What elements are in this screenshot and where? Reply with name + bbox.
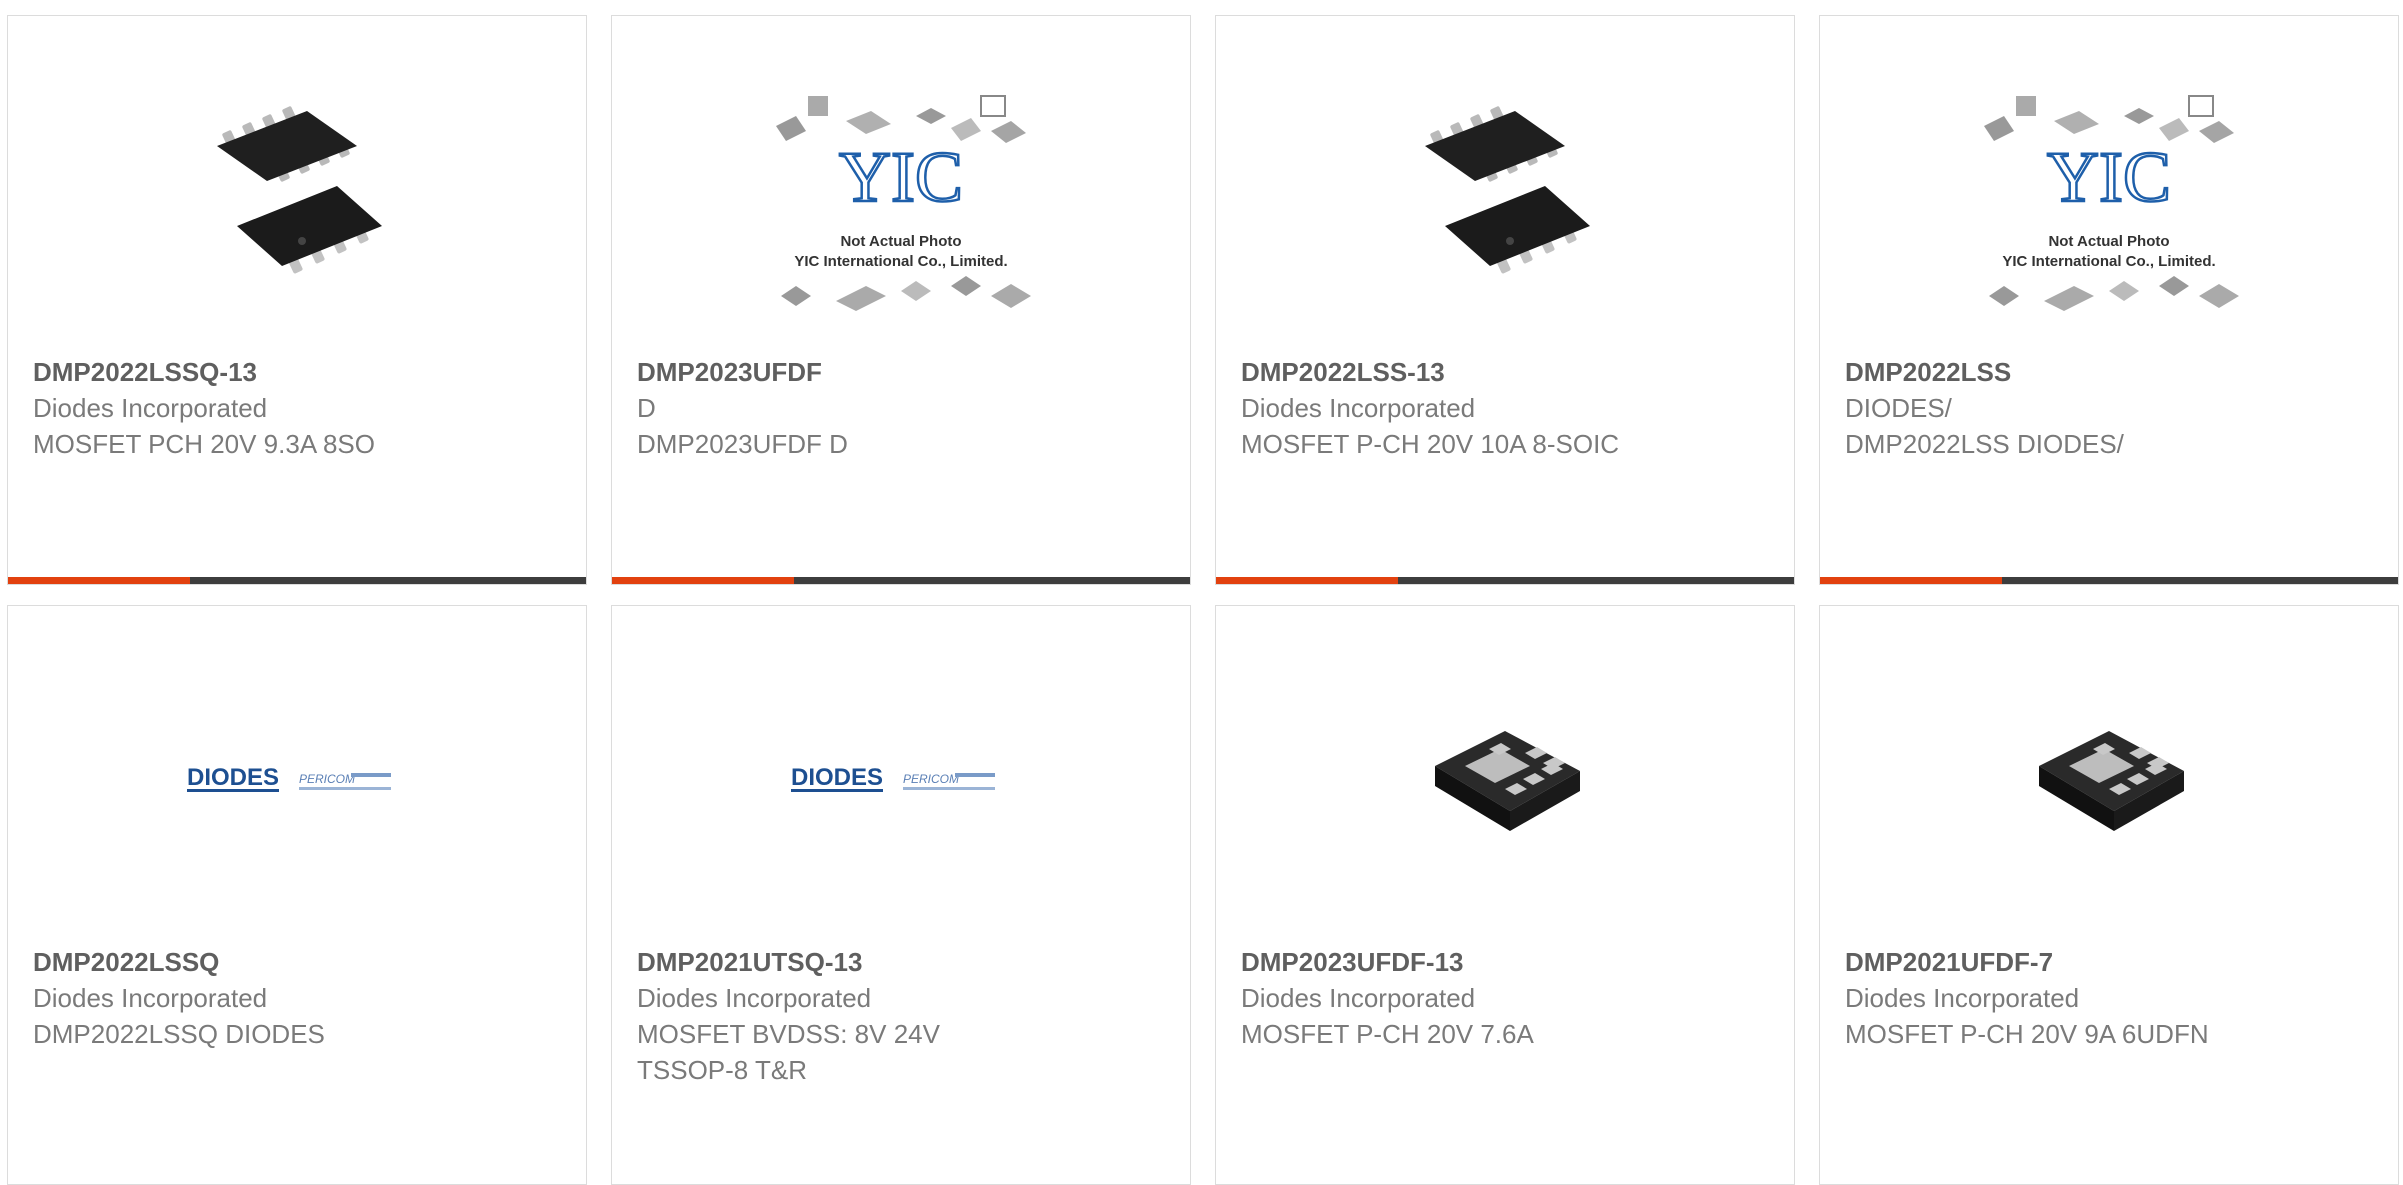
manufacturer: D (637, 393, 656, 423)
product-image (8, 56, 586, 356)
logo-text: DIODES (187, 764, 279, 791)
description: DMP2022LSS DIODES/ (1845, 429, 2124, 459)
manufacturer: Diodes Incorporated (1241, 983, 1476, 1013)
card-accent-bar (1216, 577, 1794, 584)
description: DMP2022LSSQ DIODES (33, 1019, 325, 1049)
description: MOSFET P-CH 20V 7.6A (1241, 1019, 1534, 1049)
part-number[interactable]: DMP2022LSS (1845, 354, 2378, 390)
card-accent-bar (1820, 577, 2398, 584)
product-card[interactable]: DMP2022LSS-13 Diodes Incorporated MOSFET… (1215, 15, 1795, 585)
manufacturer: Diodes Incorporated (1845, 983, 2080, 1013)
logo-sub: PERICOM (903, 772, 959, 786)
soic-8-chip-icon (217, 106, 382, 274)
placeholder-line1: Not Actual Photo (2048, 233, 2169, 250)
manufacturer: Diodes Incorporated (33, 393, 268, 423)
product-image (1216, 56, 1794, 356)
description: MOSFET PCH 20V 9.3A 8SO (33, 429, 375, 459)
product-card[interactable]: DIODES PERICOM DMP2021UTSQ-13 Diodes Inc… (611, 605, 1191, 1185)
product-image: YIC Not Actual Photo YIC International C… (1820, 56, 2398, 356)
card-accent-bar (8, 577, 586, 584)
description: MOSFET BVDSS: 8V 24V TSSOP-8 T&R (637, 1019, 940, 1085)
card-accent-bar (612, 577, 1190, 584)
product-image: DIODES PERICOM (8, 646, 586, 946)
manufacturer: Diodes Incorporated (1241, 393, 1476, 423)
product-card[interactable]: YIC Not Actual Photo YIC International C… (611, 15, 1191, 585)
product-card[interactable]: DIODES PERICOM DMP2022LSSQ Diodes Incorp… (7, 605, 587, 1185)
description: DMP2023UFDF D (637, 429, 848, 459)
placeholder-line2: YIC International Co., Limited. (2002, 253, 2215, 270)
description: MOSFET P-CH 20V 10A 8-SOIC (1241, 429, 1620, 459)
udfn-chip-icon (1435, 731, 1580, 831)
product-card[interactable]: YIC Not Actual Photo YIC International C… (1819, 15, 2399, 585)
product-image: YIC Not Actual Photo YIC International C… (612, 56, 1190, 356)
description: MOSFET P-CH 20V 9A 6UDFN (1845, 1019, 2209, 1049)
part-number[interactable]: DMP2022LSSQ-13 (33, 354, 566, 390)
product-card[interactable]: DMP2021UFDF-7 Diodes Incorporated MOSFET… (1819, 605, 2399, 1185)
part-number[interactable]: DMP2021UFDF-7 (1845, 944, 2378, 980)
diodes-pericom-logo: DIODES PERICOM (791, 764, 995, 792)
product-card[interactable]: DMP2023UFDF-13 Diodes Incorporated MOSFE… (1215, 605, 1795, 1185)
placeholder-line2: YIC International Co., Limited. (794, 253, 1007, 270)
product-image (1216, 646, 1794, 946)
product-card[interactable]: DMP2022LSSQ-13 Diodes Incorporated MOSFE… (7, 15, 587, 585)
svg-text:YIC: YIC (2047, 137, 2171, 217)
yic-placeholder-icon: YIC Not Actual Photo YIC International C… (776, 95, 1031, 311)
part-number[interactable]: DMP2023UFDF (637, 354, 1170, 390)
diodes-pericom-logo: DIODES PERICOM (187, 764, 391, 792)
svg-text:YIC: YIC (839, 137, 963, 217)
part-number[interactable]: DMP2022LSS-13 (1241, 354, 1774, 390)
udfn-chip-icon (2039, 731, 2184, 831)
soic-8-chip-icon (1425, 106, 1590, 274)
placeholder-line1: Not Actual Photo (840, 233, 961, 250)
yic-placeholder-icon: YIC Not Actual Photo YIC International C… (1984, 95, 2239, 311)
product-grid: DMP2022LSSQ-13 Diodes Incorporated MOSFE… (0, 0, 2403, 1185)
product-image: DIODES PERICOM (612, 646, 1190, 946)
manufacturer: Diodes Incorporated (637, 983, 872, 1013)
manufacturer: DIODES/ (1845, 393, 1952, 423)
logo-sub: PERICOM (299, 772, 355, 786)
manufacturer: Diodes Incorporated (33, 983, 268, 1013)
part-number[interactable]: DMP2023UFDF-13 (1241, 944, 1774, 980)
part-number[interactable]: DMP2022LSSQ (33, 944, 566, 980)
logo-text: DIODES (791, 764, 883, 791)
product-image (1820, 646, 2398, 946)
part-number[interactable]: DMP2021UTSQ-13 (637, 944, 1170, 980)
